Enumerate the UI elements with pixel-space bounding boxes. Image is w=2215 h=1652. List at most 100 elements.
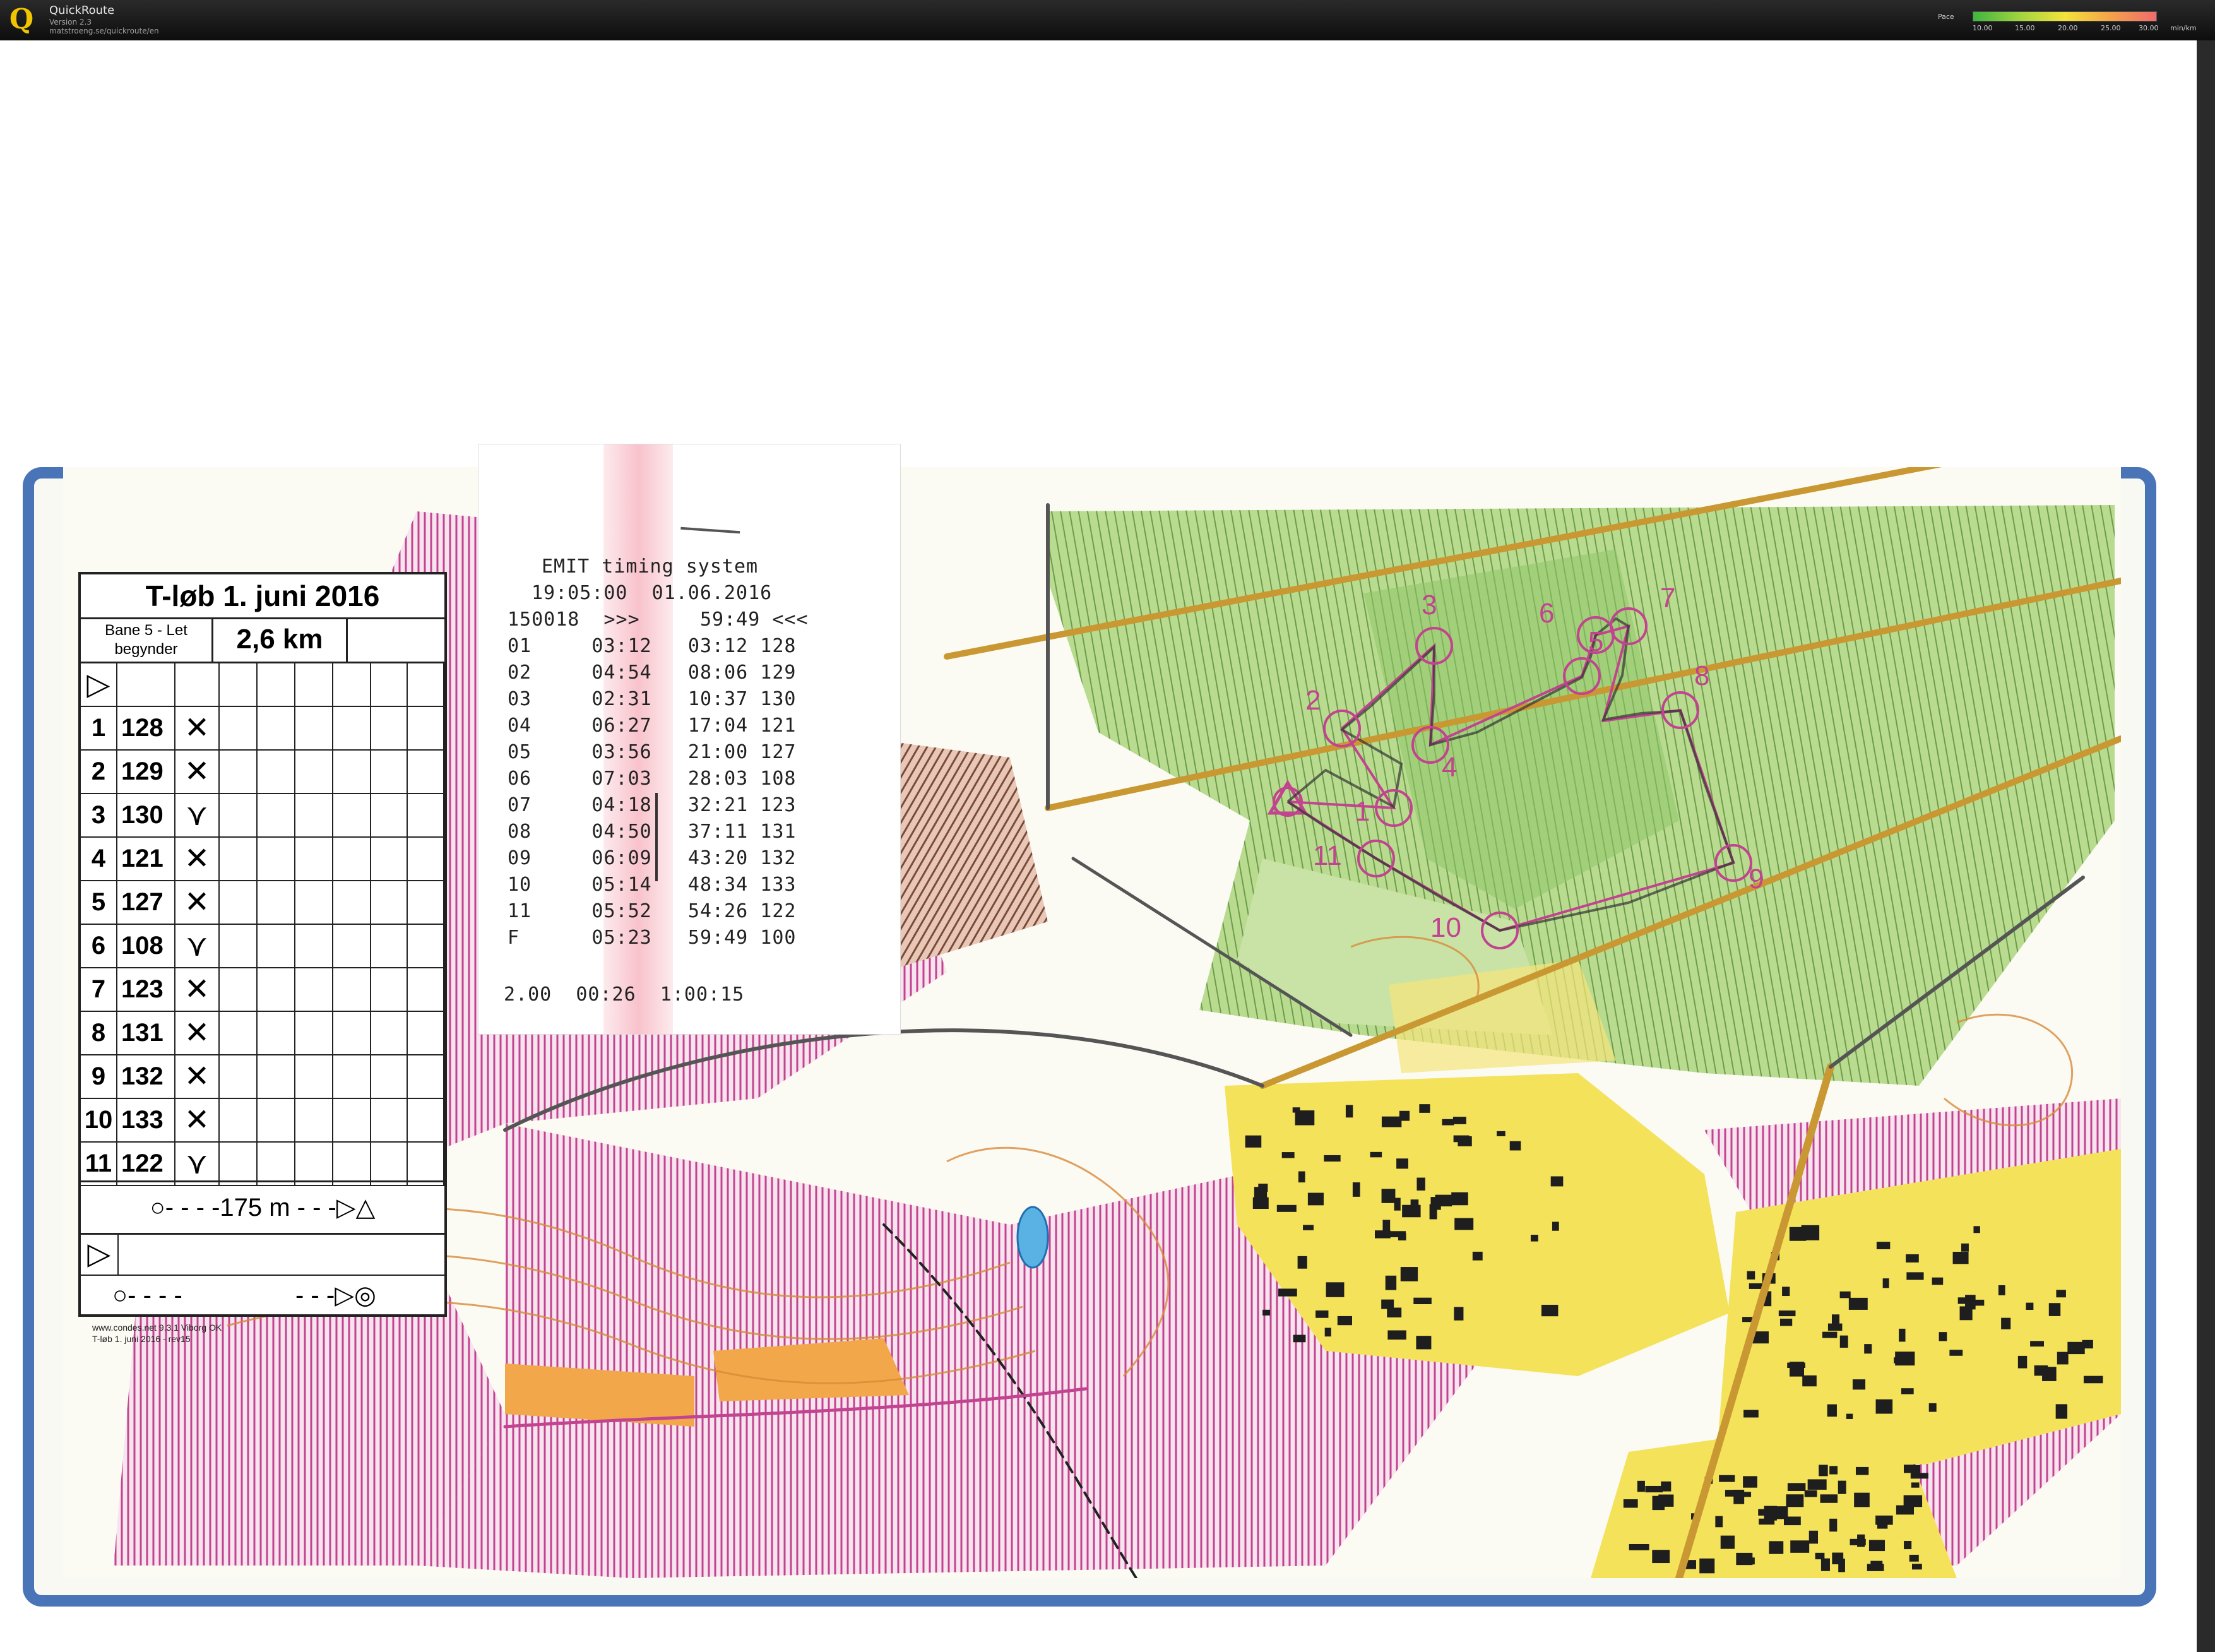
building	[1875, 1515, 1893, 1525]
receipt-split-line: F 05:23 59:49 100	[508, 927, 797, 949]
receipt-datetime: 19:05:00 01.06.2016	[531, 582, 773, 604]
receipt-header: 150018 >>> 59:49 <<<	[508, 609, 809, 631]
receipt-title: EMIT timing system	[542, 556, 759, 578]
building	[1400, 1267, 1418, 1281]
building	[1910, 1473, 1928, 1479]
building	[1509, 1141, 1521, 1151]
building	[1652, 1550, 1670, 1564]
building	[1435, 1194, 1452, 1207]
building	[1623, 1499, 1638, 1508]
control-code: 129	[117, 751, 175, 793]
empty-cell	[258, 881, 295, 924]
empty-cell	[333, 707, 371, 749]
building	[1747, 1271, 1755, 1280]
building	[1453, 1135, 1470, 1143]
receipt-split-line: 04 06:27 17:04 121	[508, 715, 797, 737]
empty-cell	[371, 925, 408, 967]
building	[1829, 1518, 1838, 1532]
receipt-split-line: 02 04:54 08:06 129	[508, 662, 797, 684]
building	[1370, 1151, 1382, 1158]
pace-tick: 15.00	[2015, 24, 2035, 32]
card-footer: www.condes.net 9.3.1 Viborg OK T-løb 1. …	[92, 1322, 357, 1345]
building	[1416, 1336, 1432, 1350]
empty-cell	[220, 794, 258, 836]
empty-cell	[408, 881, 444, 924]
control-number: 4	[81, 838, 117, 880]
building	[1894, 1357, 1911, 1364]
building	[1778, 1310, 1796, 1317]
building	[1303, 1225, 1314, 1230]
empty-cell	[371, 1055, 408, 1098]
building	[1245, 1135, 1262, 1148]
building	[2001, 1317, 2011, 1329]
receipt-split-line: 09 06:09 43:20 132	[508, 847, 797, 869]
control-number-label: 11	[1313, 840, 1342, 871]
control-feature-symbol: ✕	[175, 1055, 220, 1098]
building	[1637, 1480, 1645, 1492]
empty-cell	[258, 1143, 295, 1185]
finish-row: ▷	[81, 1233, 444, 1276]
pace-unit: min/km	[2170, 24, 2197, 32]
control-row: 6 108 ⋎	[81, 925, 444, 968]
building	[1387, 1307, 1402, 1317]
empty-cell	[408, 1055, 444, 1098]
empty-cell	[220, 707, 258, 749]
building	[1998, 1285, 2005, 1295]
building	[1808, 1530, 1819, 1544]
building	[1402, 1204, 1421, 1218]
control-row: 3 130 ⋎	[81, 794, 444, 838]
building	[1396, 1158, 1408, 1169]
building	[1846, 1413, 1853, 1419]
receipt-split-line: 01 03:12 03:12 128	[508, 635, 797, 657]
building	[1909, 1554, 1919, 1562]
app-url[interactable]: matstroeng.se/quickroute/en	[49, 27, 159, 35]
building	[1442, 1119, 1454, 1126]
course-length: 2,6 km	[213, 617, 348, 662]
building	[2048, 1303, 2061, 1316]
control-number: 5	[81, 881, 117, 924]
building	[1454, 1218, 1474, 1230]
building	[1959, 1306, 1973, 1321]
control-row: 9 132 ✕	[81, 1055, 444, 1099]
building	[1454, 1307, 1464, 1321]
control-number: 3	[81, 794, 117, 836]
building	[1864, 1344, 1872, 1354]
empty-cell	[333, 751, 371, 793]
building	[1413, 1297, 1432, 1305]
building	[1779, 1318, 1793, 1326]
building	[1764, 1506, 1777, 1521]
building	[1838, 1480, 1846, 1494]
empty-cell	[258, 663, 295, 706]
pace-legend: Pace 10.00 15.00 20.00 25.00 30.00 min/k…	[1938, 9, 2203, 34]
building	[1802, 1375, 1817, 1387]
empty-cell	[333, 968, 371, 1011]
receipt-mark	[655, 793, 658, 881]
empty-cell	[371, 663, 408, 706]
empty-cell	[117, 663, 175, 706]
building	[1790, 1540, 1810, 1553]
control-feature-symbol: ⋎	[175, 1143, 220, 1185]
empty-cell	[295, 751, 333, 793]
receipt-split-line: 10 05:14 48:34 133	[508, 874, 797, 896]
quickroute-logo-icon: Q	[9, 3, 34, 35]
pace-tick: 30.00	[2139, 24, 2159, 32]
building	[1807, 1479, 1827, 1490]
control-row: 1 128 ✕	[81, 707, 444, 751]
control-number-label: 2	[1305, 685, 1321, 716]
building	[1961, 1243, 1969, 1252]
building	[1903, 1495, 1923, 1507]
receipt-split-line: 06 07:03 28:03 108	[508, 768, 797, 790]
control-number: 11	[81, 1143, 117, 1185]
receipt-split-line: 03 02:31 10:37 130	[508, 688, 797, 710]
empty-cell	[333, 663, 371, 706]
building	[1949, 1350, 1963, 1356]
empty-cell	[333, 794, 371, 836]
building	[1419, 1104, 1430, 1113]
card-footer-line: T-løb 1. juni 2016 - rev15	[92, 1334, 191, 1344]
control-code: 108	[117, 925, 175, 967]
control-code: 130	[117, 794, 175, 836]
building	[1472, 1251, 1483, 1261]
building	[1381, 1299, 1394, 1309]
empty-cell	[220, 838, 258, 880]
building	[1715, 1516, 1723, 1528]
